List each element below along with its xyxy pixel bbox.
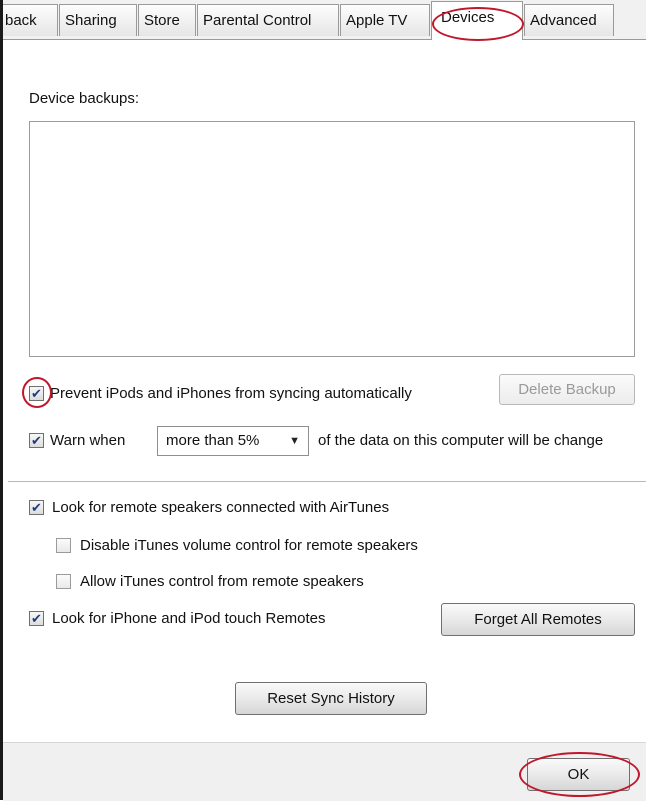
tab-label: Parental Control xyxy=(203,12,312,29)
tab-playback[interactable]: back xyxy=(0,4,58,36)
tab-sharing[interactable]: Sharing xyxy=(59,4,137,36)
ok-button[interactable]: OK xyxy=(527,758,630,791)
tab-strip-border xyxy=(523,39,646,40)
window-frame-left xyxy=(0,0,3,800)
tab-store[interactable]: Store xyxy=(138,4,196,36)
preferences-tab-bar: back Sharing Store Parental Control Appl… xyxy=(0,0,646,40)
section-divider xyxy=(8,481,646,482)
tab-devices[interactable]: Devices xyxy=(431,1,523,40)
reset-sync-history-button[interactable]: Reset Sync History xyxy=(235,682,427,715)
allow-control-checkbox[interactable] xyxy=(56,574,71,589)
airtunes-checkbox[interactable]: ✔ xyxy=(29,500,44,515)
tab-label: Sharing xyxy=(65,12,117,29)
tab-label: back xyxy=(5,12,37,29)
checkmark-icon: ✔ xyxy=(31,611,42,626)
checkmark-icon: ✔ xyxy=(31,433,42,448)
tab-advanced[interactable]: Advanced xyxy=(524,4,614,36)
tab-label: Store xyxy=(144,12,180,29)
delete-backup-button[interactable]: Delete Backup xyxy=(499,374,635,405)
disable-volume-label: Disable iTunes volume control for remote… xyxy=(80,537,418,554)
remotes-label: Look for iPhone and iPod touch Remotes xyxy=(52,610,326,627)
checkmark-icon: ✔ xyxy=(31,500,42,515)
warn-label: Warn when xyxy=(50,432,126,449)
tab-label: Apple TV xyxy=(346,12,408,29)
forget-all-remotes-button[interactable]: Forget All Remotes xyxy=(441,603,635,636)
device-backups-label: Device backups: xyxy=(29,90,140,107)
tab-strip-border xyxy=(0,39,431,40)
warn-threshold-select[interactable]: more than 5% ▼ xyxy=(157,426,309,456)
device-backups-list[interactable] xyxy=(29,121,635,357)
tab-label: Advanced xyxy=(530,12,597,29)
dropdown-arrow-icon: ▼ xyxy=(289,435,300,447)
warn-threshold-value: more than 5% xyxy=(166,432,260,449)
tab-apple-tv[interactable]: Apple TV xyxy=(340,4,430,36)
airtunes-label: Look for remote speakers connected with … xyxy=(52,499,390,516)
disable-volume-checkbox[interactable] xyxy=(56,538,71,553)
tab-label: Devices xyxy=(441,9,495,26)
allow-control-label: Allow iTunes control from remote speaker… xyxy=(80,573,364,590)
prevent-sync-label: Prevent iPods and iPhones from syncing a… xyxy=(50,385,412,402)
checkmark-icon: ✔ xyxy=(31,386,42,401)
warn-suffix-label: of the data on this computer will be cha… xyxy=(318,432,604,449)
warn-checkbox[interactable]: ✔ xyxy=(29,433,44,448)
remotes-checkbox[interactable]: ✔ xyxy=(29,611,44,626)
tab-parental-control[interactable]: Parental Control xyxy=(197,4,339,36)
prevent-sync-checkbox[interactable]: ✔ xyxy=(29,386,44,401)
